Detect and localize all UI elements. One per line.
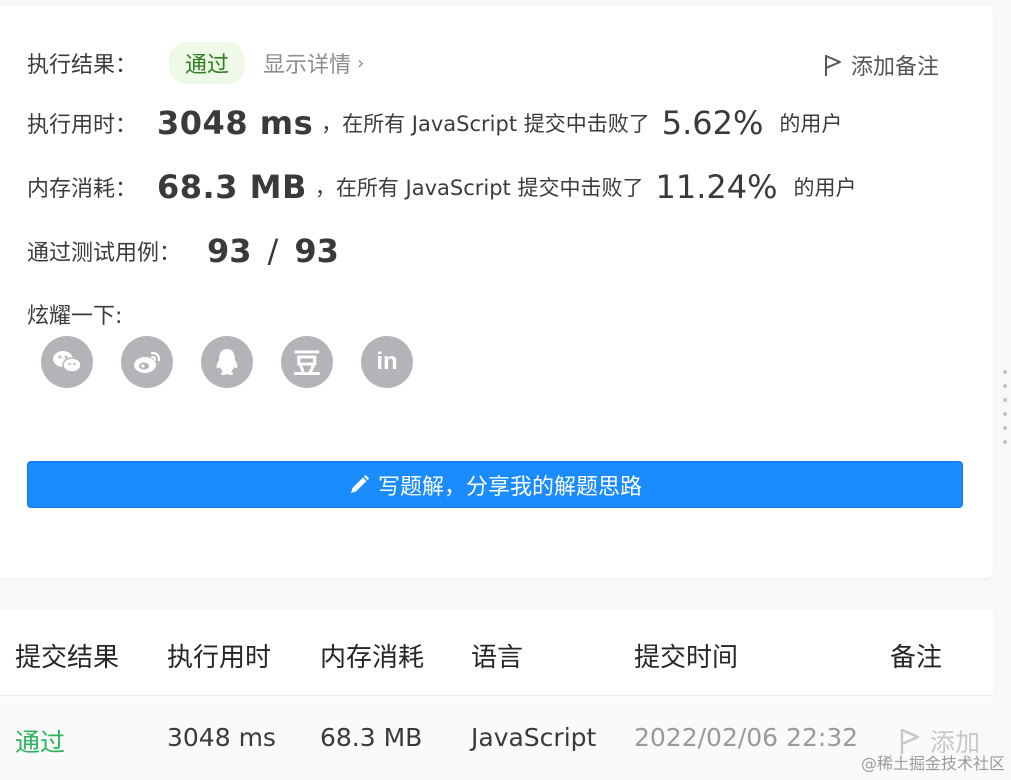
runtime-percent: 5.62% <box>661 104 764 142</box>
memory-label: 内存消耗： <box>27 177 138 202</box>
share-label: 炫耀一下: <box>27 304 123 329</box>
memory-percent: 11.24% <box>655 168 778 206</box>
share-row: 炫耀一下: <box>27 298 122 330</box>
table-row[interactable]: 通过 3048 ms 68.3 MB JavaScript 2022/02/06… <box>0 697 993 780</box>
runtime-row: 执行用时： 3048 ms ，在所有 JavaScript 提交中击败了 5.6… <box>27 104 842 142</box>
result-label: 执行结果： <box>27 53 138 78</box>
add-note-label: 添加备注 <box>850 55 939 80</box>
header-memory: 内存消耗 <box>320 643 425 673</box>
douban-icon[interactable]: 豆 <box>281 336 333 388</box>
write-solution-label: 写题解，分享我的解题思路 <box>377 474 642 500</box>
share-icons: 豆 in <box>41 336 413 388</box>
douban-glyph: 豆 <box>292 347 321 380</box>
linkedin-icon[interactable]: in <box>361 336 413 388</box>
header-language: 语言 <box>471 643 524 673</box>
submission-table: 提交结果 执行用时 内存消耗 语言 提交时间 备注 通过 3048 ms 68.… <box>0 610 993 780</box>
drag-handle[interactable] <box>1003 370 1007 444</box>
weibo-icon[interactable] <box>121 336 173 388</box>
tests-row: 通过测试用例： 93 / 93 <box>27 232 339 270</box>
runtime-value: 3048 ms <box>157 104 314 142</box>
row-language: JavaScript <box>471 723 597 752</box>
memory-value: 68.3 MB <box>157 168 307 206</box>
result-row: 执行结果： 通过 显示详情 › <box>27 42 364 84</box>
header-runtime: 执行用时 <box>167 643 272 673</box>
show-details-label: 显示详情 <box>263 53 352 78</box>
runtime-label: 执行用时： <box>27 113 138 138</box>
row-memory: 68.3 MB <box>320 723 423 752</box>
status-badge: 通过 <box>169 42 246 84</box>
tests-total: 93 <box>294 232 339 270</box>
submission-result-card: 执行结果： 通过 显示详情 › 添加备注 执行用时： 3048 ms ，在所有 … <box>0 6 993 578</box>
header-note: 备注 <box>890 643 943 673</box>
memory-users-text: 的用户 <box>793 176 857 200</box>
table-header: 提交结果 执行用时 内存消耗 语言 提交时间 备注 <box>0 610 993 696</box>
chevron-right-icon: › <box>357 52 365 74</box>
tests-passed: 93 <box>207 232 252 270</box>
show-details-link[interactable]: 显示详情 › <box>263 47 364 79</box>
wechat-icon[interactable] <box>41 336 93 388</box>
header-time: 提交时间 <box>634 643 739 673</box>
row-time: 2022/02/06 22:32 <box>634 723 859 752</box>
runtime-beat-text: ，在所有 JavaScript 提交中击败了 <box>321 112 650 136</box>
row-result-link[interactable]: 通过 <box>15 723 65 759</box>
memory-row: 内存消耗： 68.3 MB ，在所有 JavaScript 提交中击败了 11.… <box>27 168 856 206</box>
write-solution-button[interactable]: 写题解，分享我的解题思路 <box>27 461 963 508</box>
row-runtime: 3048 ms <box>167 723 276 752</box>
runtime-users-text: 的用户 <box>779 112 843 136</box>
watermark: @稀土掘金技术社区 <box>860 754 1005 773</box>
header-result: 提交结果 <box>15 643 120 673</box>
pencil-icon <box>350 474 369 493</box>
add-note-button[interactable]: 添加备注 <box>823 49 939 81</box>
tests-separator: / <box>267 232 279 270</box>
qq-icon[interactable] <box>201 336 253 388</box>
linkedin-glyph: in <box>376 348 398 375</box>
memory-beat-text: ，在所有 JavaScript 提交中击败了 <box>314 176 644 200</box>
flag-icon <box>824 55 841 76</box>
tests-label: 通过测试用例： <box>27 241 182 266</box>
